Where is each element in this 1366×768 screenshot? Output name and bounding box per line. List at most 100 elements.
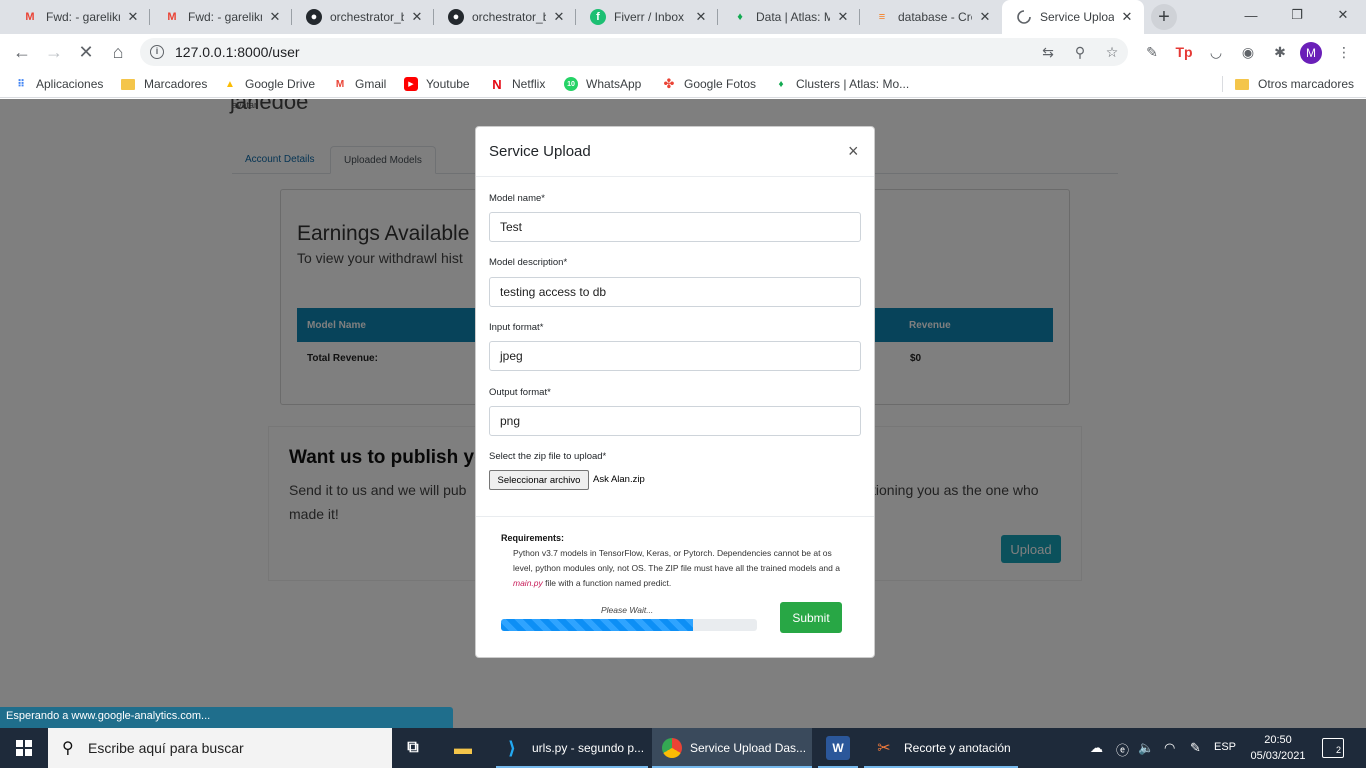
- github-icon: ●: [448, 9, 464, 25]
- submit-button[interactable]: Submit: [780, 602, 842, 633]
- gmail-icon: M: [167, 11, 177, 23]
- new-tab-button[interactable]: +: [1151, 4, 1177, 30]
- modal-header: Service Upload ×: [476, 127, 874, 177]
- fiverr-icon: f: [590, 9, 606, 25]
- close-tab-icon[interactable]: ✕: [836, 9, 850, 25]
- output-format-input[interactable]: png: [489, 406, 861, 436]
- zip-file-label: Select the zip file to upload*: [489, 451, 607, 462]
- windows-start-icon[interactable]: [0, 728, 48, 768]
- close-tab-icon[interactable]: ✕: [268, 9, 282, 25]
- whatsapp-icon: 10: [564, 77, 578, 91]
- search-placeholder: Escribe aquí para buscar: [88, 740, 244, 756]
- bookmark-gmail[interactable]: M Gmail: [333, 75, 387, 93]
- close-icon[interactable]: ×: [848, 141, 859, 162]
- notification-center-icon[interactable]: 2: [1322, 738, 1344, 758]
- loading-icon: [1016, 9, 1032, 25]
- site-info-icon[interactable]: i: [150, 45, 164, 59]
- apps-grid-icon: ⠿: [17, 78, 25, 90]
- browser-tab[interactable]: ● orchestrator_b ✕: [292, 0, 434, 34]
- extensions-puzzle-icon[interactable]: ✱: [1270, 42, 1290, 62]
- pen-icon[interactable]: ✎: [1190, 740, 1201, 756]
- close-tab-icon[interactable]: ✕: [126, 9, 140, 25]
- zoom-icon[interactable]: ⚲: [1070, 42, 1090, 62]
- task-view-icon[interactable]: ⧉: [404, 728, 430, 768]
- language-indicator[interactable]: ESP: [1214, 741, 1236, 753]
- tp-extension-icon[interactable]: Tp: [1174, 42, 1194, 62]
- search-icon: ⚲: [62, 740, 74, 757]
- back-button[interactable]: ←: [8, 38, 36, 66]
- wifi-icon[interactable]: ◠: [1164, 740, 1175, 756]
- input-format-input[interactable]: jpeg: [489, 341, 861, 371]
- taskbar-search[interactable]: ⚲ Escribe aquí para buscar: [48, 728, 392, 768]
- model-description-input[interactable]: testing access to db: [489, 277, 861, 307]
- minimize-button[interactable]: —: [1228, 0, 1274, 30]
- bookmark-youtube[interactable]: ▶ Youtube: [404, 75, 470, 93]
- pen-extension-icon[interactable]: ✎: [1142, 42, 1162, 62]
- choose-file-button[interactable]: Seleccionar archivo: [489, 470, 589, 490]
- input-format-label: Input format*: [489, 322, 544, 333]
- taskbar-snip-sketch[interactable]: ✂ Recorte y anotación: [864, 728, 1018, 768]
- browser-tab[interactable]: M Fwd: - garelikm ✕: [150, 0, 292, 34]
- requirements-text: Python v3.7 models in TensorFlow, Keras,…: [513, 548, 840, 588]
- browser-tab[interactable]: ≡ database - Cre ✕: [860, 0, 1002, 34]
- taskbar-chrome[interactable]: Service Upload Das...: [652, 728, 812, 768]
- home-button[interactable]: ⌂: [104, 38, 132, 66]
- owl-extension-icon[interactable]: ◉: [1238, 42, 1258, 62]
- edge-icon[interactable]: ⓔ: [1116, 740, 1129, 759]
- requirements-title: Requirements:: [501, 533, 565, 543]
- bookmark-google-drive[interactable]: ▲ Google Drive: [223, 75, 315, 93]
- profile-avatar[interactable]: M: [1300, 42, 1322, 64]
- pocket-extension-icon[interactable]: ◡: [1206, 42, 1226, 62]
- bookmark-google-fotos[interactable]: ✤ Google Fotos: [662, 75, 757, 93]
- close-window-button[interactable]: ✕: [1320, 0, 1366, 30]
- stop-loading-button[interactable]: ✕: [72, 38, 100, 66]
- youtube-icon: ▶: [404, 77, 418, 91]
- close-tab-icon[interactable]: ✕: [410, 9, 424, 25]
- vscode-icon: ⟩: [507, 737, 517, 758]
- browser-tab-strip: M Fwd: - garelikm ✕ M Fwd: - garelikm ✕ …: [0, 0, 1366, 34]
- browser-tab[interactable]: ● orchestrator_b ✕: [434, 0, 576, 34]
- bookmark-clusters-atlas[interactable]: ♦ Clusters | Atlas: Mo...: [774, 75, 909, 93]
- main-py-filename: main.py: [513, 578, 543, 588]
- model-name-input[interactable]: Test: [489, 212, 861, 242]
- browser-tab[interactable]: M Fwd: - garelikm ✕: [8, 0, 150, 34]
- bookmark-marcadores[interactable]: Marcadores: [121, 75, 207, 93]
- bookmark-whatsapp[interactable]: 10 WhatsApp: [564, 75, 641, 93]
- gmail-icon: M: [335, 78, 345, 90]
- close-tab-icon[interactable]: ✕: [552, 9, 566, 25]
- close-tab-icon[interactable]: ✕: [1120, 9, 1134, 25]
- forward-button[interactable]: →: [40, 38, 68, 66]
- taskbar-vscode[interactable]: ⟩ urls.py - segundo p...: [496, 728, 648, 768]
- browser-tab[interactable]: ♦ Data | Atlas: M ✕: [718, 0, 860, 34]
- address-bar[interactable]: i 127.0.0.1:8000/user ⇆ ⚲ ☆: [140, 38, 1128, 66]
- onedrive-icon[interactable]: ☁: [1090, 740, 1103, 756]
- file-explorer-icon[interactable]: ▬: [452, 728, 482, 768]
- windows-taskbar: ⚲ Escribe aquí para buscar ⧉ ▬ ⟩ urls.py…: [0, 728, 1366, 768]
- browser-tab[interactable]: f Fiverr / Inbox ✕: [576, 0, 718, 34]
- folder-icon: [1235, 78, 1249, 90]
- stackoverflow-icon: ≡: [878, 11, 886, 23]
- please-wait-text: Please Wait...: [601, 605, 654, 615]
- browser-menu-icon[interactable]: ⋮: [1334, 42, 1354, 62]
- github-icon: ●: [306, 9, 322, 25]
- upload-progress-fill: [501, 619, 693, 631]
- bookmark-star-icon[interactable]: ☆: [1102, 42, 1122, 62]
- modal-title: Service Upload: [489, 143, 591, 160]
- netflix-icon: N: [492, 76, 502, 92]
- browser-status-bar: Esperando a www.google-analytics.com...: [0, 707, 453, 728]
- maximize-button[interactable]: ❐: [1274, 0, 1320, 30]
- taskbar-word[interactable]: W: [818, 728, 858, 768]
- bookmark-netflix[interactable]: N Netflix: [490, 75, 545, 93]
- bookmarks-bar: ⠿ Aplicaciones Marcadores ▲ Google Drive…: [0, 70, 1366, 98]
- volume-icon[interactable]: 🔈: [1138, 740, 1154, 756]
- browser-tab-active[interactable]: Service Upload ✕: [1002, 0, 1144, 34]
- bookmark-otros-marcadores[interactable]: Otros marcadores: [1235, 75, 1354, 93]
- output-format-label: Output format*: [489, 387, 551, 398]
- model-description-label: Model description*: [489, 257, 568, 268]
- translate-icon[interactable]: ⇆: [1038, 42, 1058, 62]
- close-tab-icon[interactable]: ✕: [694, 9, 708, 25]
- bookmark-apps[interactable]: ⠿ Aplicaciones: [14, 75, 103, 93]
- close-tab-icon[interactable]: ✕: [978, 9, 992, 25]
- system-clock[interactable]: 20:50 05/03/2021: [1246, 732, 1310, 764]
- url-text: 127.0.0.1:8000/user: [175, 44, 300, 60]
